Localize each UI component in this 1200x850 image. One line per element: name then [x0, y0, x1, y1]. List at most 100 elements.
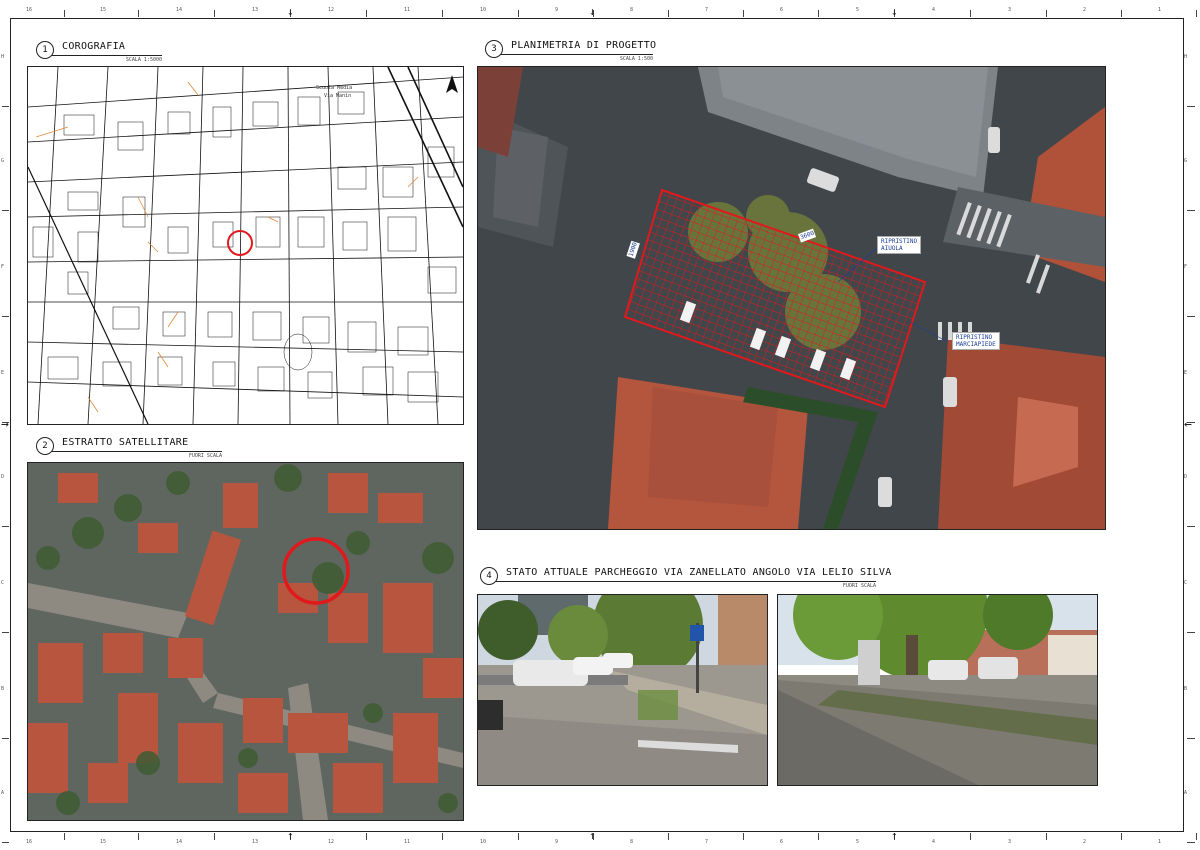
project-plan-image[interactable]: RIPRISTINO AIUOLA RIPRISTINO MARCIAPIEDE… — [477, 66, 1106, 530]
ruler-tick — [1196, 10, 1197, 17]
ruler-number: 6 — [780, 7, 784, 13]
ruler-tick — [2, 106, 9, 107]
center-mark-arrow-icon: ↓ — [287, 5, 294, 18]
ruler-tick — [2, 316, 9, 317]
ruler-number: 12 — [328, 7, 335, 13]
section-head-estratto: 2 ESTRATTO SATELLITARE FUORI SCALA — [36, 437, 266, 461]
ruler-tick — [1046, 833, 1047, 840]
ruler-number: 3 — [1008, 839, 1012, 845]
ruler-tick — [214, 833, 215, 840]
ruler-letter: H — [1, 54, 5, 60]
ruler-number: 12 — [328, 839, 335, 845]
ruler-tick — [743, 833, 744, 840]
ruler-number: 6 — [780, 839, 784, 845]
ruler-number: 2 — [1083, 839, 1087, 845]
ruler-letter: C — [1184, 580, 1188, 586]
ruler-tick — [1187, 632, 1195, 633]
title-underline — [52, 55, 162, 56]
section-scale: FUORI SCALA — [842, 583, 876, 589]
ruler-letter: C — [1, 580, 5, 586]
ruler-letter: E — [1184, 370, 1188, 376]
street-photo-1[interactable] — [477, 594, 768, 786]
ruler-tick — [1187, 738, 1195, 739]
callout-ripristino-aiuola: RIPRISTINO AIUOLA — [877, 236, 922, 254]
section-scale: SCALA 1:5000 — [125, 57, 162, 63]
ruler-letter: D — [1184, 474, 1188, 480]
ruler-number: 2 — [1083, 7, 1087, 13]
section-title: ESTRATTO SATELLITARE — [62, 437, 189, 448]
ruler-tick — [2, 526, 9, 527]
ruler-number: 1 — [1158, 7, 1162, 13]
ruler-number: 1 — [1158, 839, 1162, 845]
ruler-tick — [818, 10, 819, 17]
ruler-tick — [518, 10, 519, 17]
callout-ripristino-marciapiede: RIPRISTINO MARCIAPIEDE — [952, 332, 1000, 350]
ruler-tick — [1046, 10, 1047, 17]
section-title: STATO ATTUALE PARCHEGGIO VIA ZANELLATO A… — [506, 567, 892, 578]
section-title: COROGRAFIA — [62, 41, 126, 52]
ruler-letter: F — [1184, 264, 1188, 270]
ruler-number: 15 — [100, 839, 107, 845]
ruler-letter: B — [1, 686, 5, 692]
section-head-planimetria: 3 PLANIMETRIA DI PROGETTO SCALA 1:500 — [485, 40, 715, 64]
title-underline — [501, 54, 653, 55]
center-mark-arrow-icon: ↓ — [891, 5, 898, 18]
ruler-tick — [818, 833, 819, 840]
section-number: 4 — [480, 567, 498, 585]
section-scale: FUORI SCALA — [188, 453, 222, 459]
ruler-number: 7 — [705, 839, 709, 845]
ruler-tick — [970, 833, 971, 840]
section-scale: SCALA 1:500 — [619, 56, 653, 62]
ruler-tick — [64, 10, 65, 17]
ruler-letter: D — [1, 474, 5, 480]
title-underline — [496, 581, 876, 582]
ruler-tick — [668, 833, 669, 840]
ruler-number: 7 — [705, 7, 709, 13]
ruler-tick — [1187, 842, 1195, 843]
ruler-tick — [442, 10, 443, 17]
section-title: PLANIMETRIA DI PROGETTO — [511, 40, 657, 51]
ruler-number: 8 — [630, 839, 634, 845]
ruler-tick — [668, 10, 669, 17]
ruler-letter: A — [1, 790, 5, 796]
ruler-letter: H — [1184, 54, 1188, 60]
ruler-tick — [138, 833, 139, 840]
ruler-tick — [2, 632, 9, 633]
ruler-letter: B — [1184, 686, 1188, 692]
ruler-number: 13 — [252, 839, 259, 845]
top-ruler: 16 15 14 13 12 11 10 9 8 7 6 5 4 3 2 1 ↓ ↓ ↓ — [0, 0, 1200, 18]
ruler-number: 15 — [100, 7, 107, 13]
section-number: 3 — [485, 40, 503, 58]
ruler-tick — [1187, 526, 1195, 527]
ruler-letter: E — [1, 370, 5, 376]
ruler-number: 8 — [630, 7, 634, 13]
ruler-number: 14 — [176, 839, 183, 845]
ruler-number: 9 — [555, 7, 559, 13]
satellite-extract-image[interactable] — [27, 462, 464, 821]
ruler-tick — [64, 833, 65, 840]
ruler-tick — [1196, 833, 1197, 840]
bottom-ruler: 16 15 14 13 12 11 10 9 8 7 6 5 4 3 2 1 ↑ ↑ ↑ — [0, 830, 1200, 850]
ruler-number: 14 — [176, 7, 183, 13]
ruler-letter: G — [1, 158, 5, 164]
corografia-map[interactable]: Scuola Media Via Manin — [27, 66, 464, 425]
ruler-number: 10 — [480, 7, 487, 13]
ruler-tick — [1121, 833, 1122, 840]
ruler-number: 11 — [404, 839, 411, 845]
ruler-number: 4 — [932, 7, 936, 13]
ruler-number: 3 — [1008, 7, 1012, 13]
ruler-tick — [442, 833, 443, 840]
ruler-tick — [970, 10, 971, 17]
section-head-corografia: 1 COROGRAFIA SCALA 1:5000 — [36, 41, 266, 65]
ruler-tick — [1121, 10, 1122, 17]
ruler-number: 10 — [480, 839, 487, 845]
ruler-letter: A — [1184, 790, 1188, 796]
ruler-letter: F — [1, 264, 5, 270]
ruler-tick — [2, 738, 9, 739]
street-photo-2[interactable] — [777, 594, 1098, 786]
ruler-tick — [366, 10, 367, 17]
title-underline — [52, 451, 222, 452]
ruler-tick — [1187, 316, 1195, 317]
ruler-number: 4 — [932, 839, 936, 845]
ruler-number: 5 — [856, 839, 860, 845]
